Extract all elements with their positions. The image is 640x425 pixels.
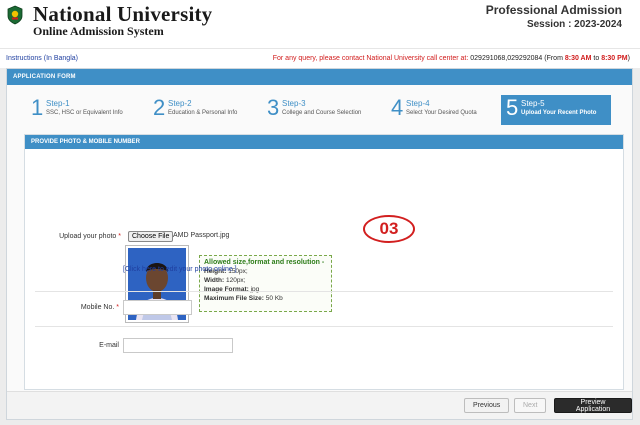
mobile-label-text: Mobile No. (80, 304, 115, 311)
program-title: Professional Admission (485, 3, 622, 17)
choose-file-button[interactable]: Choose File (128, 231, 174, 242)
step-1[interactable]: 1 Step-1 SSC, HSC or Equivalent Info (31, 95, 141, 125)
university-logo-icon (7, 5, 23, 25)
application-form: APPLICATION FORM 1 Step-1 SSC, HSC or Eq… (6, 68, 633, 420)
from-word: (From (542, 55, 565, 62)
system-subtitle: Online Admission System (33, 24, 164, 38)
to-word: to (591, 55, 602, 62)
mobile-label: Mobile No. * (81, 304, 119, 311)
step-description: College and Course Selection (282, 110, 362, 116)
form-footer: Previous Next Preview Application (7, 391, 632, 419)
upload-photo-label-text: Upload your photo (59, 233, 117, 240)
step-title: Step-4 (406, 99, 430, 108)
upload-photo-label: Upload your photo * (59, 233, 121, 240)
step-number: 4 (391, 95, 404, 120)
selected-file-name: AMD Passport.jpg (173, 232, 230, 239)
note-size: Maximum File Size: 50 Kb (204, 295, 283, 302)
next-button[interactable]: Next (514, 398, 547, 413)
note-width: Width: 120px; (204, 277, 246, 284)
step-description: Select Your Desired Quota (406, 110, 477, 116)
email-label: E-mail (99, 342, 119, 349)
note-heading: Allowed size,format and resolution - (204, 259, 325, 266)
step-wizard: 1 Step-1 SSC, HSC or Equivalent Info 2 S… (7, 85, 632, 133)
previous-button[interactable]: Previous (464, 398, 510, 413)
call-center-notice: For any query, please contact National U… (273, 55, 630, 62)
step-3[interactable]: 3 Step-3 College and Course Selection (267, 95, 382, 125)
step-badge: 03 (363, 215, 415, 243)
time-start: 8:30 AM (564, 55, 592, 62)
step-title: Step-3 (282, 99, 306, 108)
step-number: 3 (267, 95, 280, 120)
edit-photo-link[interactable]: [Click here to edit your photo online ] (123, 266, 237, 273)
info-bar: Instructions (In Bangla) For any query, … (0, 48, 640, 68)
step-description: Education & Personal Info (168, 110, 238, 116)
required-mark: * (118, 233, 121, 240)
call-center-phones: 029291068,029292084 (470, 55, 543, 62)
step-number: 1 (31, 95, 44, 120)
step-2[interactable]: 2 Step-2 Education & Personal Info (153, 95, 258, 125)
session-label: Session : 2023-2024 (526, 19, 622, 30)
step-title: Step-1 (46, 99, 70, 108)
time-end: 8:30 PM (601, 55, 628, 62)
form-title: APPLICATION FORM (7, 69, 632, 85)
query-prefix: For any query, please contact National U… (272, 55, 471, 62)
step-4[interactable]: 4 Step-4 Select Your Desired Quota (391, 95, 496, 125)
step-description: SSC, HSC or Equivalent Info (46, 110, 123, 116)
site-header: National University Online Admission Sys… (0, 0, 640, 48)
email-input[interactable] (123, 338, 233, 353)
close-paren: ) (627, 55, 630, 62)
required-mark: * (116, 304, 119, 311)
step-title: Step-2 (168, 99, 192, 108)
instructions-link[interactable]: Instructions (In Bangla) (6, 55, 78, 62)
preview-application-button[interactable]: Preview Application (554, 398, 632, 413)
photo-requirements-note: Allowed size,format and resolution - Hei… (199, 255, 332, 312)
step-5-active[interactable]: 5 Step-5 Upload Your Recent Photo (501, 95, 611, 125)
divider (35, 291, 613, 292)
divider (35, 326, 613, 327)
section-title: PROVIDE PHOTO & MOBILE NUMBER (25, 135, 623, 149)
mobile-input[interactable] (123, 300, 192, 315)
step-title: Step-5 (521, 99, 545, 108)
step-number: 2 (153, 95, 166, 120)
step-number: 5 (506, 95, 519, 120)
step-description: Upload Your Recent Photo (521, 110, 597, 116)
